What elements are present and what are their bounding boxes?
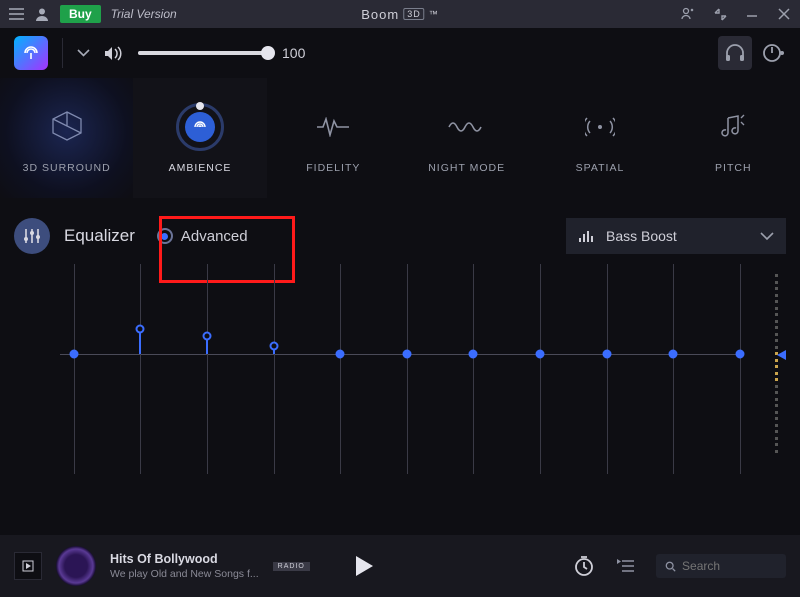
eq-band-line [207, 264, 208, 474]
wave-icon [442, 102, 492, 152]
eq-band-line [274, 264, 275, 474]
eq-band-line [407, 264, 408, 474]
radio-icon [157, 228, 173, 244]
pitch-icon [708, 102, 758, 152]
speaker-icon[interactable] [104, 45, 124, 62]
close-icon[interactable] [776, 6, 792, 22]
equalizer-title: Equalizer [64, 226, 135, 246]
zero-axis [60, 354, 740, 355]
eq-band-line [740, 264, 741, 474]
source-button[interactable] [14, 552, 42, 580]
mode-label: NIGHT MODE [428, 162, 505, 174]
toolbar: 100 [0, 28, 800, 78]
track-info: Hits Of Bollywood We play Old and New So… [110, 552, 259, 580]
global-gain-track[interactable] [775, 264, 778, 474]
volume-fill [138, 51, 268, 55]
power-toggle-icon[interactable] [762, 42, 786, 64]
user-icon[interactable] [34, 6, 50, 22]
advanced-toggle[interactable]: Advanced [149, 222, 256, 251]
trial-label: Trial Version [111, 7, 177, 21]
equalizer-header: Equalizer Advanced Bass Boost [0, 198, 800, 264]
mode-label: 3D SURROUND [23, 162, 111, 174]
advanced-label: Advanced [181, 228, 248, 245]
chevron-down-icon [760, 232, 774, 241]
volume-thumb[interactable] [261, 46, 275, 60]
preset-dropdown[interactable]: Bass Boost [566, 218, 786, 254]
collapse-icon[interactable] [712, 6, 728, 22]
minimize-icon[interactable] [744, 6, 760, 22]
mode-3d-surround[interactable]: 3D SURROUND [0, 78, 133, 198]
eq-band-line [607, 264, 608, 474]
preset-icon [578, 229, 596, 243]
player-bar: Hits Of Bollywood We play Old and New So… [0, 535, 800, 597]
eq-band-line [140, 264, 141, 474]
eq-band-knob[interactable] [136, 325, 145, 334]
track-subtitle: We play Old and New Songs f... [110, 568, 259, 580]
eq-band-knob[interactable] [669, 350, 678, 359]
eq-band-knob[interactable] [269, 342, 278, 351]
headphones-button[interactable] [718, 36, 752, 70]
album-art[interactable] [56, 546, 96, 586]
eq-band-line [540, 264, 541, 474]
mode-fidelity[interactable]: FIDELITY [267, 78, 400, 198]
mode-label: AMBIENCE [169, 162, 232, 174]
app-title: Boom 3D ™ [361, 7, 438, 22]
track-title: Hits Of Bollywood [110, 552, 259, 566]
radio-badge: RADIO [273, 562, 310, 571]
mode-label: SPATIAL [576, 162, 625, 174]
eq-band-knob[interactable] [402, 350, 411, 359]
account-icon[interactable] [680, 6, 696, 22]
global-gain-handle[interactable] [776, 350, 786, 360]
app-logo[interactable] [14, 36, 48, 70]
search-icon [665, 560, 676, 573]
effect-modes: 3D SURROUND AMBIENCE FIDELITY NIGHT MODE… [0, 78, 800, 198]
playlist-icon[interactable] [616, 558, 634, 574]
mode-label: FIDELITY [306, 162, 360, 174]
eq-band-knob[interactable] [469, 350, 478, 359]
eq-band-line [473, 264, 474, 474]
buy-button[interactable]: Buy [60, 5, 101, 23]
ambience-icon [175, 102, 225, 152]
search-input[interactable] [682, 559, 777, 573]
mode-night[interactable]: NIGHT MODE [400, 78, 533, 198]
eq-band-knob[interactable] [736, 350, 745, 359]
volume-slider[interactable] [138, 51, 268, 55]
mode-spatial[interactable]: SPATIAL [533, 78, 666, 198]
eq-band-knob[interactable] [336, 350, 345, 359]
volume-value: 100 [282, 45, 305, 61]
eq-band-line [673, 264, 674, 474]
equalizer-toggle-icon[interactable] [14, 218, 50, 254]
equalizer-graph [60, 264, 740, 474]
pulse-icon [308, 102, 358, 152]
eq-band-knob[interactable] [69, 350, 78, 359]
title-bar: Buy Trial Version Boom 3D ™ [0, 0, 800, 28]
eq-band-line [74, 264, 75, 474]
timer-icon[interactable] [574, 555, 594, 577]
output-dropdown-icon[interactable] [77, 49, 90, 57]
play-button[interactable] [354, 555, 374, 577]
mode-label: PITCH [715, 162, 752, 174]
spatial-icon [575, 102, 625, 152]
preset-label: Bass Boost [606, 228, 750, 244]
eq-band-knob[interactable] [602, 350, 611, 359]
mode-pitch[interactable]: PITCH [667, 78, 800, 198]
eq-band-knob[interactable] [536, 350, 545, 359]
eq-band-line [340, 264, 341, 474]
eq-band-knob[interactable] [202, 332, 211, 341]
separator [62, 38, 63, 68]
cube-icon [42, 102, 92, 152]
hamburger-icon[interactable] [8, 6, 24, 22]
search-box[interactable] [656, 554, 786, 578]
mode-ambience[interactable]: AMBIENCE [133, 78, 266, 198]
